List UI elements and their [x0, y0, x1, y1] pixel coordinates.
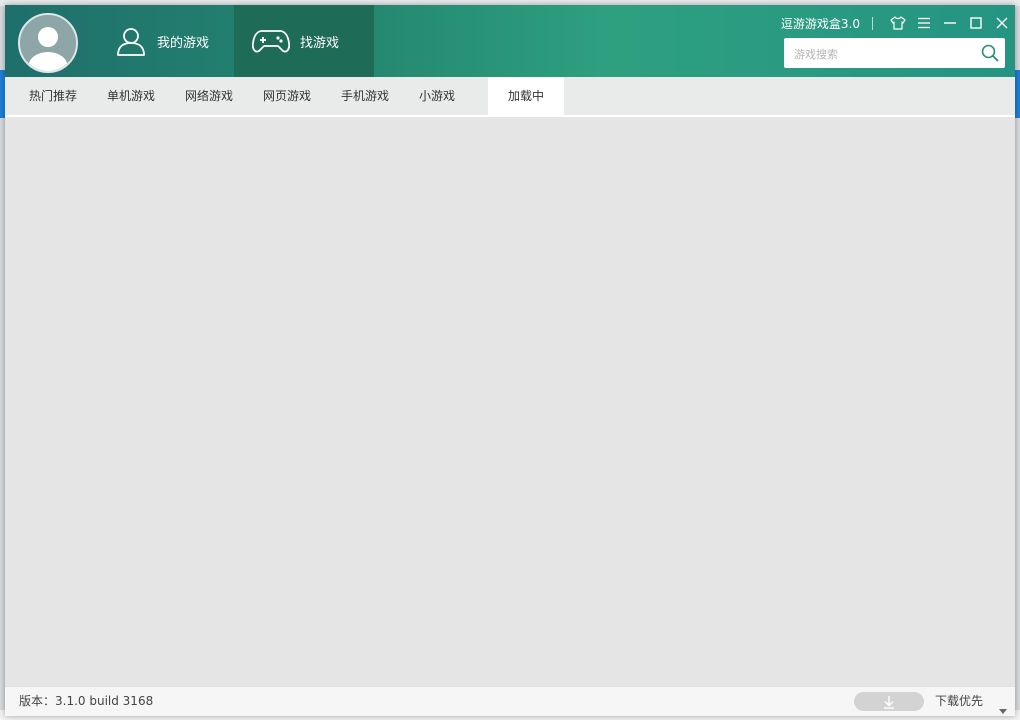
search-input[interactable] — [792, 44, 976, 64]
minimize-icon — [944, 22, 956, 24]
category-mini[interactable]: 小游戏 — [409, 77, 465, 115]
title-separator — [872, 16, 873, 30]
tab-find-games-label: 找游戏 — [300, 35, 340, 51]
category-single-player[interactable]: 单机游戏 — [97, 77, 165, 115]
download-preference[interactable]: 下载优先 — [935, 687, 983, 716]
tab-my-games-label: 我的游戏 — [157, 35, 210, 51]
user-avatar-icon — [20, 15, 76, 71]
skin-button[interactable] — [885, 11, 911, 35]
category-online[interactable]: 网络游戏 — [175, 77, 243, 115]
maximize-button[interactable] — [963, 11, 989, 35]
game-box-window: 我的游戏 找游戏 逗游游戏盒3.0 游戏搜索 热门推荐 单机游戏 网络游戏 网页… — [5, 5, 1015, 716]
header: 我的游戏 找游戏 逗游游戏盒3.0 — [5, 5, 1015, 77]
status-bar: 版本：3.1.0 build 3168 下载优先 — [5, 686, 1015, 716]
download-preference-dropdown[interactable] — [999, 699, 1007, 718]
search-icon — [981, 44, 999, 62]
download-icon — [884, 695, 894, 709]
close-icon — [996, 17, 1008, 29]
search-button[interactable] — [981, 44, 999, 66]
caret-down-icon — [999, 709, 1007, 714]
category-mobile[interactable]: 手机游戏 — [331, 77, 399, 115]
download-button[interactable] — [854, 692, 924, 711]
minimize-button[interactable] — [937, 11, 963, 35]
tab-find-games[interactable]: 找游戏 — [234, 5, 374, 77]
maximize-icon — [970, 17, 982, 29]
version-text: 版本：3.1.0 build 3168 — [19, 694, 154, 708]
user-avatar[interactable] — [18, 13, 78, 73]
tshirt-icon — [890, 16, 906, 30]
category-bar: 热门推荐 单机游戏 网络游戏 网页游戏 手机游戏 小游戏 加载中 — [5, 77, 1015, 117]
content-area — [5, 117, 1015, 686]
close-button[interactable] — [989, 11, 1015, 35]
category-loading[interactable]: 加载中 — [488, 77, 564, 115]
menu-button[interactable] — [911, 11, 937, 35]
gamepad-icon — [252, 30, 290, 53]
menu-icon — [918, 17, 930, 29]
tab-my-games[interactable]: 我的游戏 — [115, 5, 233, 77]
title-bar: 逗游游戏盒3.0 — [781, 11, 1015, 35]
search-box — [784, 38, 1005, 68]
category-web[interactable]: 网页游戏 — [253, 77, 321, 115]
app-title: 逗游游戏盒3.0 — [780, 16, 860, 31]
category-hot[interactable]: 热门推荐 — [19, 77, 87, 115]
user-icon — [117, 28, 145, 56]
